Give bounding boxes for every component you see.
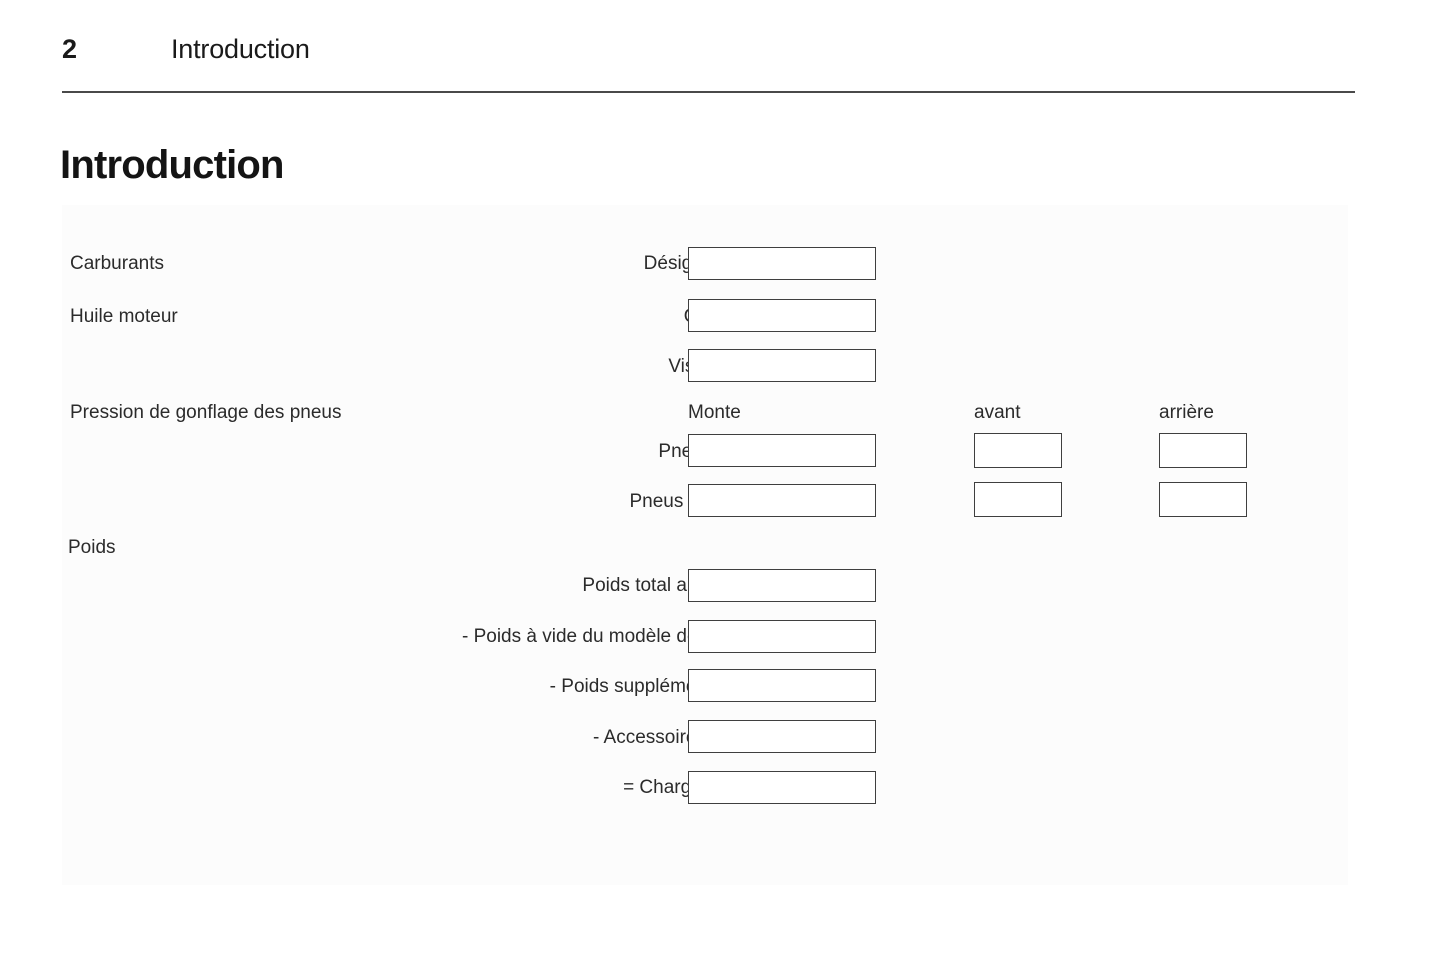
input-accessoire-lourd[interactable] — [688, 720, 876, 753]
input-designation[interactable] — [688, 247, 876, 280]
input-pneus-ete-avant[interactable] — [974, 433, 1062, 468]
input-qualite[interactable] — [688, 299, 876, 332]
group-label-carburants: Carburants — [70, 253, 164, 274]
column-header-monte: Monte — [688, 402, 741, 423]
input-chargement[interactable] — [688, 771, 876, 804]
vehicle-data-form-panel: Carburants Huile moteur Pression de gonf… — [62, 205, 1348, 885]
header-chapter-title: Introduction — [171, 34, 310, 64]
input-pneus-ete-arriere[interactable] — [1159, 433, 1247, 468]
input-poids-a-vide[interactable] — [688, 620, 876, 653]
column-header-avant: avant — [974, 402, 1021, 423]
input-pneus-hiver-monte[interactable] — [688, 484, 876, 517]
header-divider — [62, 91, 1355, 93]
page-title: Introduction — [60, 142, 284, 187]
group-label-pression-pneus: Pression de gonflage des pneus — [70, 402, 342, 423]
input-pneus-hiver-arriere[interactable] — [1159, 482, 1247, 517]
group-label-huile-moteur: Huile moteur — [70, 306, 178, 327]
input-viscosite[interactable] — [688, 349, 876, 382]
column-header-arriere: arrière — [1159, 402, 1214, 423]
group-label-poids: Poids — [68, 537, 116, 558]
input-pneus-ete-monte[interactable] — [688, 434, 876, 467]
page-number: 2 — [62, 34, 77, 64]
page-header: 2 Introduction — [62, 28, 1355, 70]
input-poids-total-autorise[interactable] — [688, 569, 876, 602]
input-pneus-hiver-avant[interactable] — [974, 482, 1062, 517]
input-poids-supplementaire[interactable] — [688, 669, 876, 702]
